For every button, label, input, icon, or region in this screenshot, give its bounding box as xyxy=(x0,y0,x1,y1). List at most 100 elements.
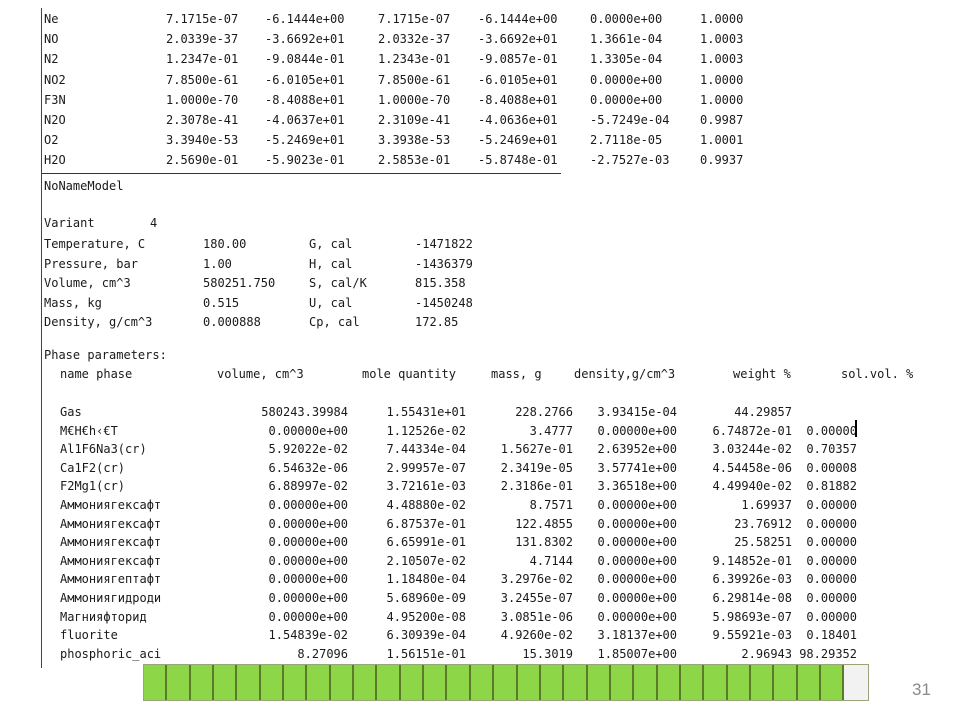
phase-value: 6.74872e-01 xyxy=(712,423,792,438)
phase-value: 7.44334e-04 xyxy=(386,442,466,457)
species-value: 1.0000 xyxy=(700,72,744,87)
phase-value: 0.00000e+00 xyxy=(268,498,348,512)
phase-row: Аммониягексафт 0.00000e+00 6.87537e-01 122.… xyxy=(0,516,960,533)
species-value: 3.3938e-53 xyxy=(378,133,451,148)
species-value: -6.0105e+01 xyxy=(265,72,345,87)
variant-label: Variant xyxy=(44,216,95,230)
phase-value: 2.3186e-01 xyxy=(500,479,573,494)
species-row: N2 1.2347e-01 -9.0844e-01 1.2343e-01 -9.0857… xyxy=(0,51,960,68)
phase-value: 98.29352 xyxy=(799,646,857,661)
phase-value: 0.00000e+00 xyxy=(597,609,677,624)
phase-value: 1.56151e-01 xyxy=(386,646,466,661)
phase-value: 8.27096 xyxy=(297,646,348,661)
phase-value: 25.58251 xyxy=(734,535,792,550)
energy-value: -1450248 xyxy=(415,295,473,310)
progress-segment xyxy=(540,665,565,700)
species-value: 7.8500e-61 xyxy=(166,72,239,87)
phase-row: Аммониягексафт 0.00000e+00 4.48880e-02 8.75… xyxy=(0,497,960,514)
section-divider xyxy=(42,173,561,174)
species-name: Ne xyxy=(44,12,59,26)
progress-segment xyxy=(797,665,821,700)
phase-name: Аммониягидроди xyxy=(60,591,162,605)
phase-name: fluorite xyxy=(60,628,118,643)
phase-value: 0.18401 xyxy=(806,628,857,643)
phase-row: Al1F6Na3(cr) 5.92022e-02 7.44334e-04 1.5627… xyxy=(0,441,960,458)
phase-name: Аммониягексафт xyxy=(60,553,162,568)
species-value: 1.0000 xyxy=(700,92,744,107)
species-value: -9.0857e-01 xyxy=(478,52,558,67)
phase-value: 2.63952e+00 xyxy=(597,442,677,457)
species-value: 0.0000e+00 xyxy=(590,92,663,107)
species-value: 1.0000e-70 xyxy=(166,92,239,107)
progress-segment xyxy=(564,665,588,700)
species-value: 2.3078e-41 xyxy=(166,113,239,127)
species-row: NO2 7.8500e-61 -6.0105e+01 7.8500e-61 -6.010… xyxy=(0,72,960,89)
property-row: Density, g/cm^3 0.000888 Cp, cal 172.85 xyxy=(0,314,960,331)
species-name: O2 xyxy=(44,133,59,148)
phase-value: 2.99957e-07 xyxy=(386,460,466,475)
progress-segment xyxy=(330,665,355,700)
species-name: NO2 xyxy=(44,72,66,87)
phase-value: 0.00000e+00 xyxy=(597,572,677,587)
phase-value: 9.14852e-01 xyxy=(712,553,792,568)
property-row: Mass, kg 0.515 U, cal -1450248 xyxy=(0,295,960,312)
column-header: mass, g xyxy=(491,367,542,381)
progress-segment xyxy=(400,665,425,700)
species-value: 7.1715e-07 xyxy=(166,12,239,26)
property-value: 1.00 xyxy=(203,256,232,271)
species-value: -5.2469e+01 xyxy=(478,133,558,148)
species-value: 1.2347e-01 xyxy=(166,52,239,67)
progress-segment xyxy=(844,665,868,700)
phase-value: 4.48880e-02 xyxy=(386,498,466,512)
property-row: Volume, cm^3 580251.750 S, cal/K 815.358 xyxy=(0,275,960,292)
phase-value: 1.18480e-04 xyxy=(386,572,466,587)
phase-value: 1.5627e-01 xyxy=(500,442,573,457)
species-value: -4.0637e+01 xyxy=(265,113,345,127)
progress-segment xyxy=(517,665,541,700)
phase-name: Аммониягексафт xyxy=(60,535,162,550)
species-row: NO 2.0339e-37 -3.6692e+01 2.0332e-37 -3.6692… xyxy=(0,31,960,48)
progress-segment xyxy=(680,665,705,700)
property-value: 580251.750 xyxy=(203,276,276,290)
progress-segment xyxy=(610,665,635,700)
species-row: O2 3.3940e-53 -5.2469e+01 3.3938e-53 -5.2469… xyxy=(0,132,960,149)
phase-value: 5.98693e-07 xyxy=(712,609,792,624)
property-label: Pressure, bar xyxy=(44,256,138,271)
phase-value: 0.00000e+00 xyxy=(268,591,348,605)
energy-label: S, cal/K xyxy=(309,276,367,290)
phase-value: 0.00000e+00 xyxy=(268,535,348,550)
phase-value: 1.85007e+00 xyxy=(597,646,677,661)
phase-name: phosphoric_aci xyxy=(60,646,162,661)
species-value: -4.0636e+01 xyxy=(478,113,558,127)
phase-value: 1.69937 xyxy=(741,498,792,512)
species-name: N2 xyxy=(44,52,59,67)
species-value: 2.0339e-37 xyxy=(166,32,239,47)
progress-segment xyxy=(820,665,845,700)
phase-value: 2.10507e-02 xyxy=(386,553,466,568)
progress-segment xyxy=(774,665,798,700)
phase-value: 2.3419e-05 xyxy=(500,460,573,475)
phase-row: Gas 580243.39984 1.55431e+01 228.2766 3.9341… xyxy=(0,404,960,421)
phase-parameters-title: Phase parameters: xyxy=(44,348,167,362)
property-value: 0.515 xyxy=(203,295,240,310)
progress-segment xyxy=(494,665,518,700)
phase-value: 4.54458e-06 xyxy=(712,460,792,475)
species-value: 1.3305e-04 xyxy=(590,52,663,67)
species-value: 1.0000 xyxy=(700,12,744,26)
progress-segment xyxy=(657,665,681,700)
column-header: name phase xyxy=(60,367,133,381)
species-value: 1.0001 xyxy=(700,133,744,148)
phase-value: 3.18137e+00 xyxy=(597,628,677,643)
species-row: N2O 2.3078e-41 -4.0637e+01 2.3109e-41 -4.063… xyxy=(0,112,960,129)
phase-value: 0.00000 xyxy=(806,609,857,624)
energy-value: -1436379 xyxy=(415,256,473,271)
property-label: Density, g/cm^3 xyxy=(44,315,153,329)
phase-name: Аммониягептафт xyxy=(60,572,162,587)
progress-segment xyxy=(307,665,331,700)
species-value: 0.9987 xyxy=(700,113,744,127)
results-window: Ne 7.1715e-07 -6.1444e+00 7.1715e-07 -6.1444… xyxy=(0,0,960,720)
property-label: Temperature, C xyxy=(44,237,146,251)
species-value: 2.3109e-41 xyxy=(378,113,451,127)
phase-value: 6.65991e-01 xyxy=(386,535,466,550)
progress-segment xyxy=(634,665,658,700)
